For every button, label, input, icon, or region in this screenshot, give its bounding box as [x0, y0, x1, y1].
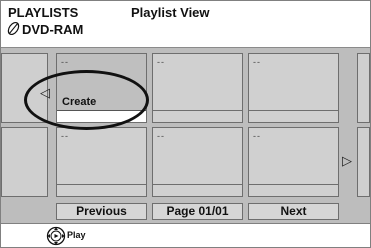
- section-title: PLAYLISTS: [8, 5, 79, 20]
- cell-title: --: [253, 57, 261, 67]
- cell-title: --: [253, 131, 261, 141]
- footer: Play: [1, 224, 370, 247]
- next-page-cell-bottom[interactable]: [357, 127, 370, 197]
- cell-info-bar: [249, 110, 338, 122]
- playlist-grid: -- Create -- -- -- -- -- ◁ ▷: [1, 47, 370, 201]
- navigation-bar: Previous Page 01/01 Next: [1, 201, 370, 224]
- next-button[interactable]: Next: [248, 203, 339, 220]
- playlist-cell[interactable]: --: [248, 127, 339, 197]
- cell-title: --: [157, 57, 165, 67]
- cell-title: --: [157, 131, 165, 141]
- playlist-cell-create[interactable]: -- Create: [56, 53, 147, 123]
- cell-title: --: [61, 57, 69, 67]
- playlist-cell[interactable]: --: [56, 127, 147, 197]
- arrow-right-icon[interactable]: ▷: [342, 154, 352, 167]
- cell-info-bar: [153, 110, 242, 122]
- playlist-screen: PLAYLISTS Playlist View DVD-RAM -- Creat…: [0, 0, 371, 248]
- playlist-cell[interactable]: --: [152, 127, 243, 197]
- previous-button[interactable]: Previous: [56, 203, 147, 220]
- view-title: Playlist View: [131, 5, 210, 20]
- page-indicator: Page 01/01: [152, 203, 243, 220]
- cell-info-bar: [249, 184, 338, 196]
- disc-icon: [7, 21, 20, 36]
- play-dial-icon: [46, 226, 66, 246]
- cell-title: --: [61, 131, 69, 141]
- arrow-left-icon[interactable]: ◁: [40, 86, 50, 99]
- create-label: Create: [62, 96, 97, 108]
- disc-type: DVD-RAM: [22, 22, 84, 37]
- header: PLAYLISTS Playlist View DVD-RAM: [1, 1, 370, 47]
- cell-info-bar: [57, 184, 146, 196]
- cell-info-bar: [57, 110, 146, 122]
- next-page-cell-top[interactable]: [357, 53, 370, 123]
- cell-info-bar: [153, 184, 242, 196]
- playlist-cell[interactable]: --: [152, 53, 243, 123]
- prev-page-cell-bottom[interactable]: [1, 127, 48, 197]
- play-label: Play: [67, 230, 86, 240]
- playlist-cell[interactable]: --: [248, 53, 339, 123]
